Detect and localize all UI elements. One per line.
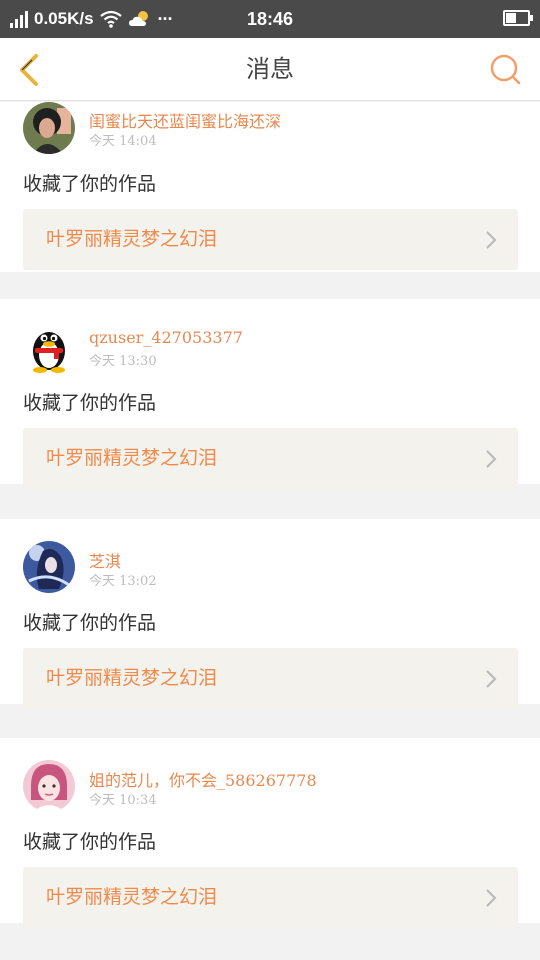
avatar[interactable] <box>23 102 75 154</box>
timestamp: 今天 13:02 <box>89 574 157 589</box>
nav-bar: 消息 <box>0 38 540 101</box>
status-bar: 0.05K/s ··· 18:46 <box>0 0 540 38</box>
timestamp: 今天 10:34 <box>89 793 157 808</box>
avatar[interactable] <box>23 541 75 593</box>
page-title: 消息 <box>246 55 294 83</box>
username[interactable]: 姐的范儿，你不会_586267778 <box>89 767 317 791</box>
battery-icon <box>503 10 533 26</box>
work-link[interactable]: 叶罗丽精灵梦之幻泪 <box>23 867 518 928</box>
timestamp: 今天 13:30 <box>89 354 157 369</box>
list-item: 闺蜜比天还蓝闺蜜比海还深 今天 14:04 收藏了你的作品 叶罗丽精灵梦之幻泪 <box>0 102 540 272</box>
work-title: 叶罗丽精灵梦之幻泪 <box>46 228 218 250</box>
list-item: 姐的范儿，你不会_586267778 今天 10:34 收藏了你的作品 叶罗丽精… <box>0 738 540 928</box>
work-link[interactable]: 叶罗丽精灵梦之幻泪 <box>23 648 518 709</box>
chevron-right-icon <box>486 450 497 468</box>
list-item: 芝淇 今天 13:02 收藏了你的作品 叶罗丽精灵梦之幻泪 <box>0 519 540 709</box>
timestamp: 今天 14:04 <box>89 134 157 149</box>
chevron-right-icon <box>486 231 497 249</box>
message-list: 闺蜜比天还蓝闺蜜比海还深 今天 14:04 收藏了你的作品 叶罗丽精灵梦之幻泪 … <box>0 102 540 960</box>
avatar[interactable] <box>23 321 75 373</box>
work-title: 叶罗丽精灵梦之幻泪 <box>46 667 218 689</box>
username[interactable]: 闺蜜比天还蓝闺蜜比海还深 <box>89 108 281 132</box>
action-text: 收藏了你的作品 <box>23 173 157 195</box>
chevron-right-icon <box>486 670 497 688</box>
username[interactable]: 芝淇 <box>89 548 121 572</box>
work-title: 叶罗丽精灵梦之幻泪 <box>46 447 218 469</box>
chevron-right-icon <box>486 889 497 907</box>
action-text: 收藏了你的作品 <box>23 612 157 634</box>
action-text: 收藏了你的作品 <box>23 831 157 853</box>
search-icon[interactable] <box>488 52 524 88</box>
avatar[interactable] <box>23 760 75 812</box>
work-link[interactable]: 叶罗丽精灵梦之幻泪 <box>23 209 518 270</box>
work-link[interactable]: 叶罗丽精灵梦之幻泪 <box>23 428 518 489</box>
work-title: 叶罗丽精灵梦之幻泪 <box>46 886 218 908</box>
list-item: qzuser_427053377 今天 13:30 收藏了你的作品 叶罗丽精灵梦… <box>0 299 540 489</box>
action-text: 收藏了你的作品 <box>23 392 157 414</box>
username[interactable]: qzuser_427053377 <box>89 328 243 347</box>
clock: 18:46 <box>246 9 294 29</box>
